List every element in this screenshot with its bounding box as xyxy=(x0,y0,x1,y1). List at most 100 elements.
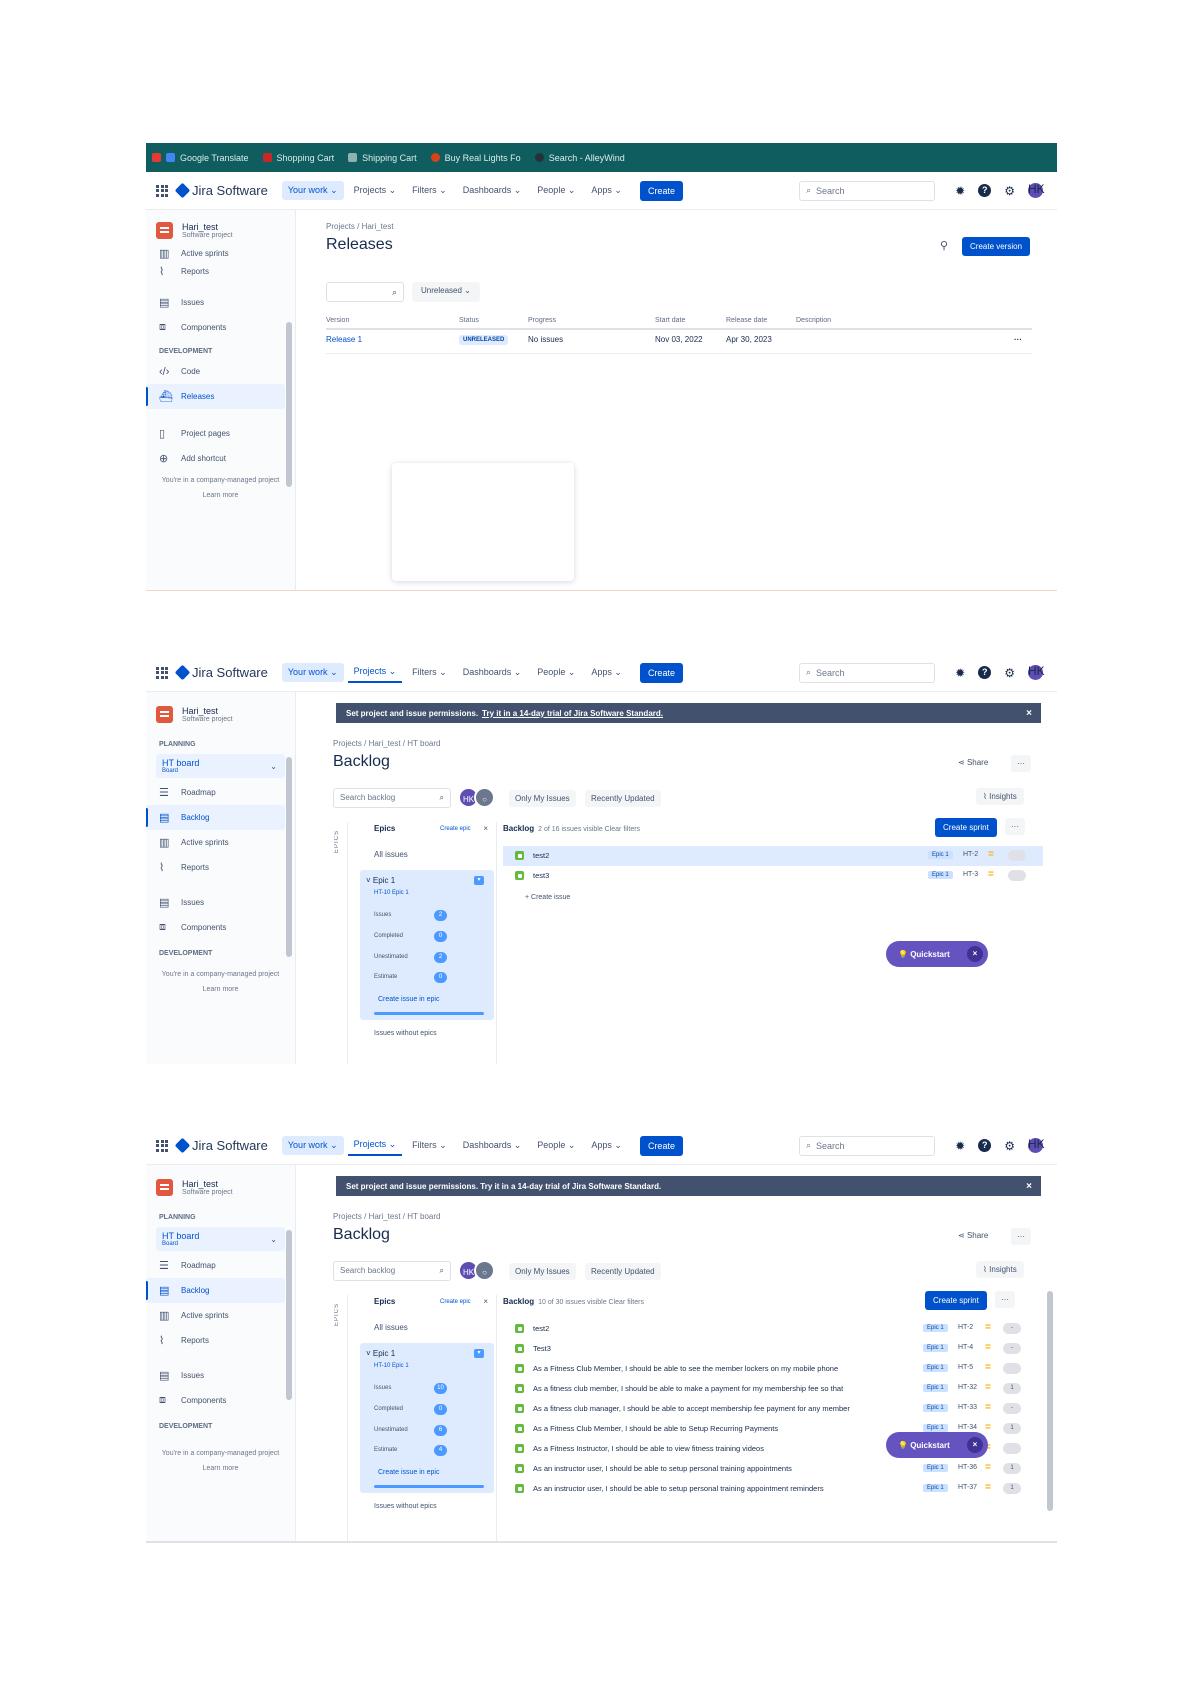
backlog-search-input[interactable]: Search backlog ⌕ xyxy=(333,1261,451,1281)
sidebar-item-roadmap[interactable]: ☰ Roadmap xyxy=(146,1253,285,1278)
nav-your-work[interactable]: Your work ⌄ xyxy=(281,1136,344,1155)
epic-card[interactable]: ˅ Epic 1 HT-10 Epic 1 ▾ Issues 2 Complete… xyxy=(360,870,494,1020)
close-icon[interactable]: × xyxy=(1026,708,1032,719)
issue-key[interactable]: HT-2 xyxy=(963,851,978,858)
col-description[interactable]: Description xyxy=(796,317,831,324)
notifications-icon[interactable]: ✹ xyxy=(955,185,965,197)
issue-key[interactable]: HT-36 xyxy=(958,1464,977,1471)
create-button[interactable]: Create xyxy=(639,180,683,201)
nav-apps[interactable]: Apps ⌄ xyxy=(585,181,628,200)
issue-summary[interactable]: As an instructor user, I should be able … xyxy=(533,1484,915,1493)
estimate-badge[interactable] xyxy=(1003,1363,1021,1374)
issue-row[interactable]: As an instructor user, I should be able … xyxy=(503,1479,1043,1499)
nav-people[interactable]: People ⌄ xyxy=(531,181,581,200)
nav-filters[interactable]: Filters ⌄ xyxy=(406,181,453,200)
sidebar-item-backlog[interactable]: ▤ Backlog xyxy=(146,805,285,830)
recently-updated-filter[interactable]: Recently Updated xyxy=(585,790,661,807)
share-button[interactable]: ⋖ Share xyxy=(958,758,988,767)
close-icon[interactable]: × xyxy=(967,946,983,962)
close-icon[interactable]: × xyxy=(483,824,488,833)
assignee-filter[interactable]: HK ○ xyxy=(458,1260,495,1281)
only-my-issues-filter[interactable]: Only My Issues xyxy=(509,1263,576,1280)
sidebar-item-active-sprints[interactable]: ▥ Active sprints xyxy=(146,247,285,260)
create-issue-in-epic-link[interactable]: Create issue in epic xyxy=(378,1469,439,1476)
sidebar-item-issues[interactable]: ▤ Issues xyxy=(146,290,285,315)
avatar[interactable]: HK xyxy=(1028,665,1045,680)
quickstart-button[interactable]: 💡 Quickstart × xyxy=(886,941,988,967)
create-sprint-button[interactable]: Create sprint xyxy=(935,818,997,837)
issue-key[interactable]: HT-37 xyxy=(958,1484,977,1491)
sidebar-scrollbar[interactable] xyxy=(286,757,292,957)
bookmark[interactable]: Shipping Cart xyxy=(348,153,417,163)
estimate-badge[interactable] xyxy=(1008,870,1026,881)
settings-icon[interactable]: ⚙ xyxy=(1004,185,1015,197)
estimate-badge[interactable]: - xyxy=(1003,1343,1021,1354)
estimate-badge[interactable]: 1 xyxy=(1003,1483,1021,1494)
release-search-input[interactable]: ⌕ xyxy=(326,282,404,302)
sidebar-item-components[interactable]: ⧈ Components xyxy=(146,1388,285,1413)
jira-logo[interactable]: Jira Software xyxy=(174,182,268,199)
jira-logo[interactable]: Jira Software xyxy=(174,1137,268,1154)
board-switcher[interactable]: HT board Board ⌄ xyxy=(156,754,285,778)
project-header[interactable]: Hari_test Software project xyxy=(146,210,295,247)
learn-more-link[interactable]: Learn more xyxy=(146,1465,295,1472)
app-switcher-icon[interactable] xyxy=(156,666,168,679)
estimate-badge[interactable]: 1 xyxy=(1003,1423,1021,1434)
issue-row[interactable]: As a fitness club manager, I should be a… xyxy=(503,1399,1043,1419)
issue-key[interactable]: HT-32 xyxy=(958,1384,977,1391)
nav-projects[interactable]: Projects ⌄ xyxy=(347,1135,403,1156)
issue-summary[interactable]: As a Fitness Club Member, I should be ab… xyxy=(533,1424,915,1433)
nav-filters[interactable]: Filters ⌄ xyxy=(406,663,453,682)
issue-row[interactable]: test3 Epic 1 HT-3 = xyxy=(503,866,1043,886)
epic-menu-icon[interactable]: ▾ xyxy=(474,876,484,885)
sidebar-item-active-sprints[interactable]: ▥ Active sprints xyxy=(146,830,285,855)
notifications-icon[interactable]: ✹ xyxy=(955,667,965,679)
settings-icon[interactable]: ⚙ xyxy=(1004,1140,1015,1152)
issue-summary[interactable]: Test3 xyxy=(533,1344,915,1353)
issue-row[interactable]: As a Fitness Club Member, I should be ab… xyxy=(503,1359,1043,1379)
nav-filters[interactable]: Filters ⌄ xyxy=(406,1136,453,1155)
estimate-badge[interactable] xyxy=(1003,1443,1021,1454)
sidebar-item-backlog[interactable]: ▤ Backlog xyxy=(146,1278,285,1303)
notifications-icon[interactable]: ✹ xyxy=(955,1140,965,1152)
more-icon[interactable]: ··· xyxy=(995,1291,1015,1308)
sidebar-item-reports[interactable]: ⌇ Reports xyxy=(146,1328,285,1353)
nav-people[interactable]: People ⌄ xyxy=(531,1136,581,1155)
nav-dashboards[interactable]: Dashboards ⌄ xyxy=(457,1136,528,1155)
create-issue-button[interactable]: + Create issue xyxy=(525,894,570,901)
issue-summary[interactable]: As an instructor user, I should be able … xyxy=(533,1464,915,1473)
only-my-issues-filter[interactable]: Only My Issues xyxy=(509,790,576,807)
all-issues-link[interactable]: All issues xyxy=(374,1323,408,1332)
backlog-search-input[interactable]: Search backlog ⌕ xyxy=(333,788,451,808)
bookmark[interactable]: Search - AlleyWind xyxy=(534,153,625,163)
share-button[interactable]: ⋖ Share xyxy=(958,1231,988,1240)
issue-key[interactable]: HT-2 xyxy=(958,1324,973,1331)
all-issues-link[interactable]: All issues xyxy=(374,850,408,859)
learn-more-link[interactable]: Learn more xyxy=(146,492,295,499)
nav-dashboards[interactable]: Dashboards ⌄ xyxy=(457,663,528,682)
board-switcher[interactable]: HT board Board ⌄ xyxy=(156,1227,285,1251)
issue-key[interactable]: HT-5 xyxy=(958,1364,973,1371)
issues-without-epics-link[interactable]: Issues without epics xyxy=(374,1503,437,1510)
bookmark[interactable]: Google Translate xyxy=(152,153,249,163)
issue-summary[interactable]: test2 xyxy=(533,1324,915,1333)
sidebar-item-components[interactable]: ⧈ Components xyxy=(146,315,285,340)
create-button[interactable]: Create xyxy=(639,1135,683,1156)
breadcrumb[interactable]: Projects / Hari_test xyxy=(326,222,394,231)
nav-people[interactable]: People ⌄ xyxy=(531,663,581,682)
nav-your-work[interactable]: Your work ⌄ xyxy=(281,181,344,200)
nav-projects[interactable]: Projects ⌄ xyxy=(348,181,403,200)
create-button[interactable]: Create xyxy=(639,662,683,683)
search-input[interactable]: ⌕ Search xyxy=(799,1135,935,1156)
issue-summary[interactable]: As a Fitness Club Member, I should be ab… xyxy=(533,1364,915,1373)
estimate-badge[interactable] xyxy=(1008,850,1026,861)
status-filter-dropdown[interactable]: Unreleased ⌄ xyxy=(412,282,480,302)
breadcrumb[interactable]: Projects / Hari_test / HT board xyxy=(333,1212,440,1221)
sidebar-item-issues[interactable]: ▤ Issues xyxy=(146,1363,285,1388)
epics-tab[interactable]: EPICS xyxy=(334,1303,340,1326)
issue-row[interactable]: As a fitness club member, I should be ab… xyxy=(503,1379,1043,1399)
nav-dashboards[interactable]: Dashboards ⌄ xyxy=(457,181,528,200)
table-row[interactable]: Release 1 UNRELEASED No issues Nov 03, 2… xyxy=(326,332,1032,354)
breadcrumb[interactable]: Projects / Hari_test / HT board xyxy=(333,739,440,748)
issue-summary[interactable]: test3 xyxy=(533,871,549,880)
